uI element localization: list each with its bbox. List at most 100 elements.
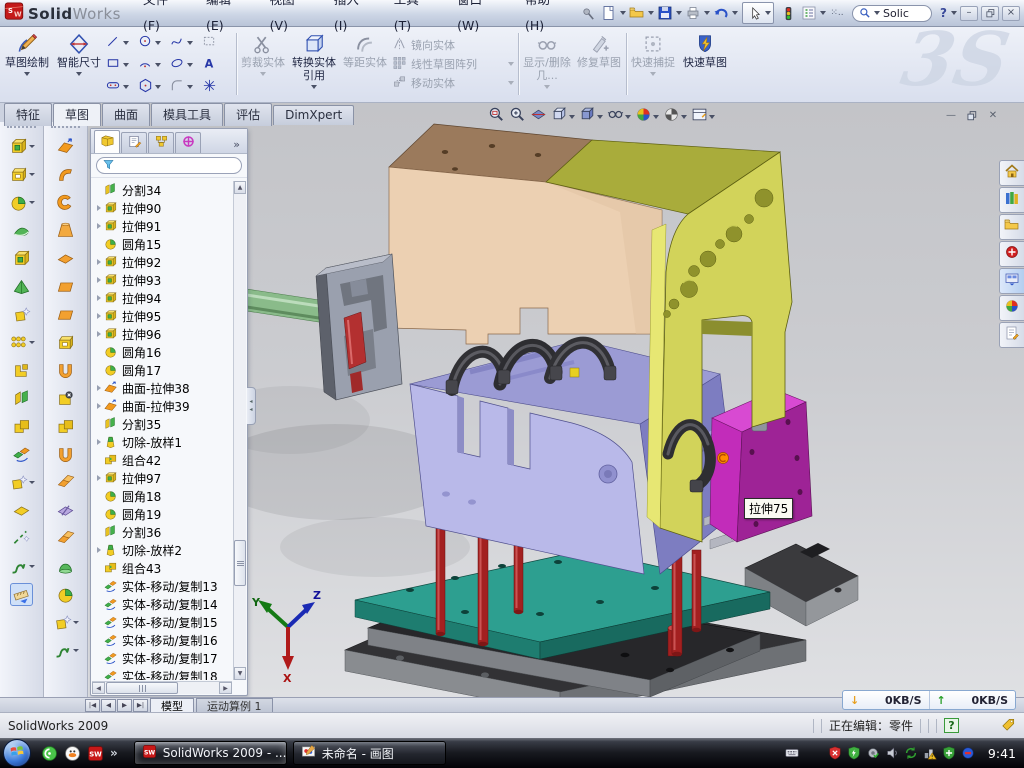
tree-item[interactable]: 圆角17	[93, 361, 232, 379]
propertymanager-tab[interactable]	[121, 132, 147, 153]
curve-icon[interactable]	[12, 529, 31, 548]
dropdown-caret-icon[interactable]	[73, 649, 79, 652]
text-icon[interactable]: A	[202, 56, 217, 75]
expand-arrow-icon[interactable]	[97, 295, 101, 301]
delete-body-icon[interactable]	[12, 305, 31, 324]
tree-item[interactable]: 拉伸92	[93, 253, 232, 271]
options-icon[interactable]	[799, 3, 819, 23]
scroll-left-icon[interactable]: ◀	[92, 682, 105, 694]
tree-item[interactable]: 实体-移动/复制18	[93, 667, 232, 680]
display-delete-relations-button[interactable]: 显示/删除几...	[522, 30, 572, 100]
view-settings-icon[interactable]	[691, 106, 708, 127]
expand-arrow-icon[interactable]	[97, 403, 101, 409]
tree-item[interactable]: 圆角16	[93, 343, 232, 361]
zoom-area-icon[interactable]	[509, 106, 526, 127]
dropdown-caret-icon[interactable]	[29, 173, 35, 176]
custom-properties-button[interactable]	[999, 322, 1024, 348]
configurationmanager-tab[interactable]	[148, 132, 174, 153]
trim-entities-button[interactable]: 剪裁实体	[240, 30, 286, 100]
lofted-surface-icon[interactable]	[56, 221, 75, 240]
move-copy-body-icon[interactable]	[12, 445, 31, 464]
fillet-icon[interactable]	[9, 193, 28, 212]
model-3d-view[interactable]: Y Z X	[240, 122, 1024, 697]
tree-item[interactable]: 曲面-拉伸39	[93, 397, 232, 415]
design-library-button[interactable]	[999, 187, 1024, 213]
help-icon[interactable]: ?	[937, 6, 950, 20]
scene-icon[interactable]	[663, 106, 680, 127]
featuremanager-tab[interactable]	[94, 130, 120, 153]
file-explorer-button[interactable]	[999, 214, 1024, 240]
insert-part-icon[interactable]	[9, 137, 28, 156]
dropdown-caret-icon[interactable]	[29, 201, 35, 204]
planar-surface-icon[interactable]	[56, 305, 75, 324]
dropdown-caret-icon[interactable]	[704, 11, 710, 15]
solidworks-resources-home-button[interactable]	[999, 160, 1024, 186]
restore-button[interactable]	[981, 6, 999, 21]
toolbar-grip[interactable]	[7, 126, 36, 130]
tree-item[interactable]: 实体-移动/复制16	[93, 631, 232, 649]
offset-surface-icon[interactable]	[56, 277, 75, 296]
dropdown-caret-icon[interactable]	[676, 11, 682, 15]
polygon-icon[interactable]	[138, 78, 153, 97]
dropdown-caret-icon[interactable]	[123, 63, 129, 67]
replace-face-icon[interactable]	[56, 417, 75, 436]
close-button[interactable]: ×	[1002, 6, 1020, 21]
hide-show-items-icon[interactable]	[607, 106, 624, 127]
defender-plus-icon[interactable]	[942, 746, 956, 760]
tree-horizontal-scrollbar[interactable]: ◀ ▶	[92, 681, 232, 694]
panel-overflow-button[interactable]: »	[229, 138, 244, 153]
dropdown-caret-icon[interactable]	[681, 115, 687, 119]
tab-features[interactable]: 特征	[4, 103, 52, 126]
tree-item[interactable]: 分割34	[93, 181, 232, 199]
revolved-surface-icon[interactable]	[56, 165, 75, 184]
indent-icon[interactable]	[12, 249, 31, 268]
dropdown-caret-icon[interactable]	[597, 115, 603, 119]
doc-close-button[interactable]: ✕	[984, 109, 1002, 123]
join-icon[interactable]	[12, 361, 31, 380]
spline-surface-icon[interactable]	[53, 641, 72, 660]
model-tab[interactable]: 模型	[150, 698, 194, 712]
scroll-down-icon[interactable]: ▼	[234, 667, 246, 680]
tree-item[interactable]: 拉伸97	[93, 469, 232, 487]
next-tab-button[interactable]: ▶	[117, 699, 132, 712]
rapid-sketch-button[interactable]: 快速草图	[682, 30, 728, 100]
panel-collapse-handle[interactable]: ◂◂	[247, 387, 256, 425]
menu-item-7[interactable]: 帮助(H)	[513, 0, 578, 39]
view-palette-button[interactable]	[999, 268, 1024, 294]
update-check-icon[interactable]	[866, 746, 880, 760]
section-view-icon[interactable]	[530, 106, 547, 127]
move-entities-button[interactable]: 移动实体	[392, 73, 514, 92]
dropdown-caret-icon[interactable]	[732, 11, 738, 15]
quick-snaps-button[interactable]: 快速捕捉	[630, 30, 676, 100]
part-clamp[interactable]	[240, 254, 402, 400]
prev-tab-button[interactable]: ◀	[101, 699, 116, 712]
rectangle-icon[interactable]	[106, 56, 121, 75]
status-blocked-icon[interactable]	[961, 746, 975, 760]
tree-item[interactable]: 组合42	[93, 451, 232, 469]
tag-icon[interactable]	[1001, 717, 1016, 735]
select-tool[interactable]	[742, 2, 774, 24]
arc-icon[interactable]	[138, 56, 153, 75]
tree-item[interactable]: 切除-放样1	[93, 433, 232, 451]
appearances-icon[interactable]	[635, 106, 652, 127]
expand-arrow-icon[interactable]	[97, 475, 101, 481]
swept-surface-icon[interactable]	[56, 193, 75, 212]
menu-item-5[interactable]: 工具(T)	[382, 0, 445, 39]
taskbar-item-paint[interactable]: 未命名 - 画图	[293, 741, 446, 765]
dropdown-caret-icon[interactable]	[709, 115, 715, 119]
repair-sketch-button[interactable]: 修复草图	[576, 30, 622, 100]
tree-item[interactable]: 分割36	[93, 523, 232, 541]
trim-surface-icon[interactable]	[56, 473, 75, 492]
dome-icon[interactable]	[56, 557, 75, 576]
toolbar-overflow-icon[interactable]: ⁙..	[827, 3, 847, 23]
slot-icon[interactable]	[106, 78, 121, 97]
dropdown-caret-icon[interactable]	[73, 621, 79, 624]
tree-item[interactable]: 组合43	[93, 559, 232, 577]
tree-item[interactable]: 分割35	[93, 415, 232, 433]
tree-item[interactable]: 拉伸90	[93, 199, 232, 217]
dropdown-caret-icon[interactable]	[648, 11, 654, 15]
dropdown-caret-icon[interactable]	[29, 145, 35, 148]
tree-item[interactable]: 实体-移动/复制15	[93, 613, 232, 631]
tree-item[interactable]: 实体-移动/复制13	[93, 577, 232, 595]
dropdown-caret-icon[interactable]	[820, 11, 826, 15]
